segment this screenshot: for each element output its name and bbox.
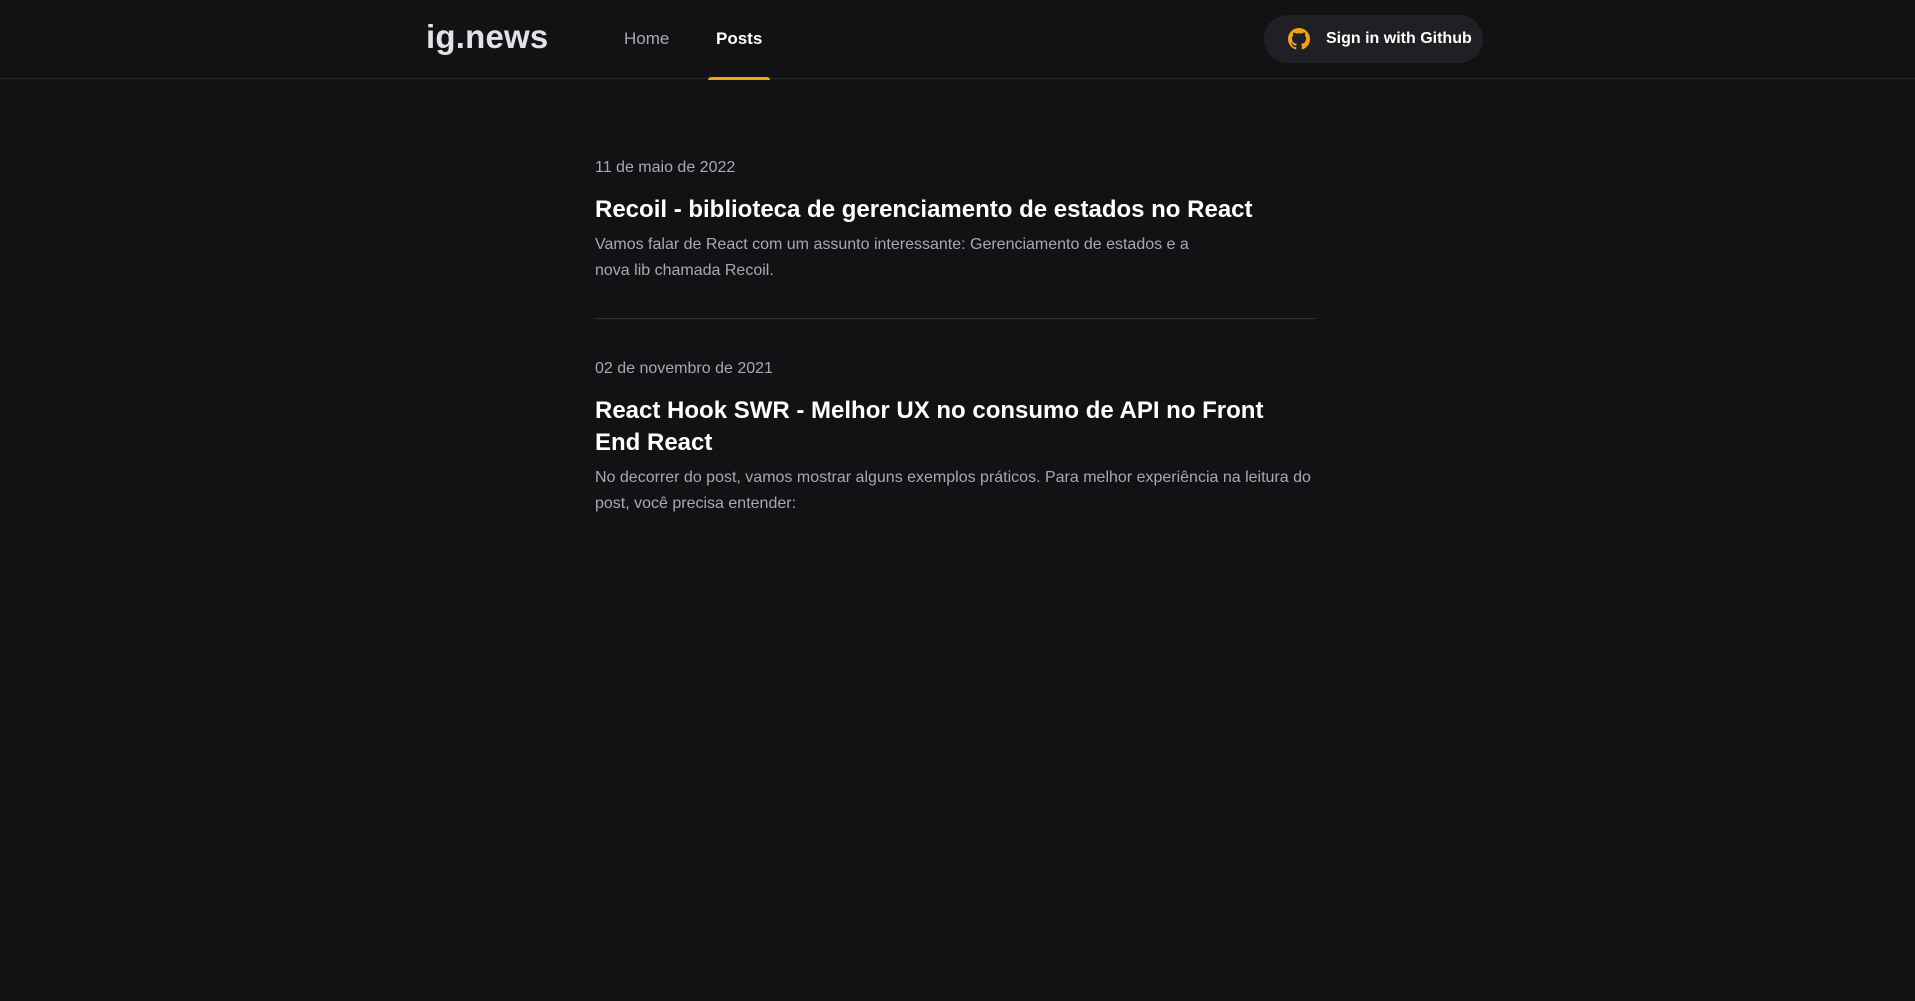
post-excerpt: Vamos falar de React com um assunto inte…: [595, 236, 1189, 279]
post-title[interactable]: React Hook SWR - Melhor UX no consumo de…: [595, 395, 1315, 459]
posts-list: 11 de maio de 2022 Recoil - biblioteca d…: [595, 152, 1315, 551]
post-date: 11 de maio de 2022: [595, 159, 736, 176]
post-item[interactable]: 11 de maio de 2022 Recoil - biblioteca d…: [595, 152, 1315, 318]
post-title[interactable]: Recoil - biblioteca de gerenciamento de …: [595, 194, 1315, 226]
sign-in-github-button[interactable]: Sign in with Github: [1264, 15, 1483, 63]
logo[interactable]: ig.news: [426, 18, 548, 56]
site-header: ig.news Home Posts Sign in with Github: [0, 0, 1915, 80]
nav-link-posts[interactable]: Posts: [708, 0, 771, 80]
sign-in-label: Sign in with Github: [1326, 30, 1472, 47]
github-icon: [1288, 28, 1310, 50]
post-date: 02 de novembro de 2021: [595, 360, 773, 377]
nav-link-home[interactable]: Home: [616, 0, 677, 79]
post-excerpt: No decorrer do post, vamos mostrar algun…: [595, 469, 1311, 512]
post-item[interactable]: 02 de novembro de 2021 React Hook SWR - …: [595, 318, 1315, 551]
